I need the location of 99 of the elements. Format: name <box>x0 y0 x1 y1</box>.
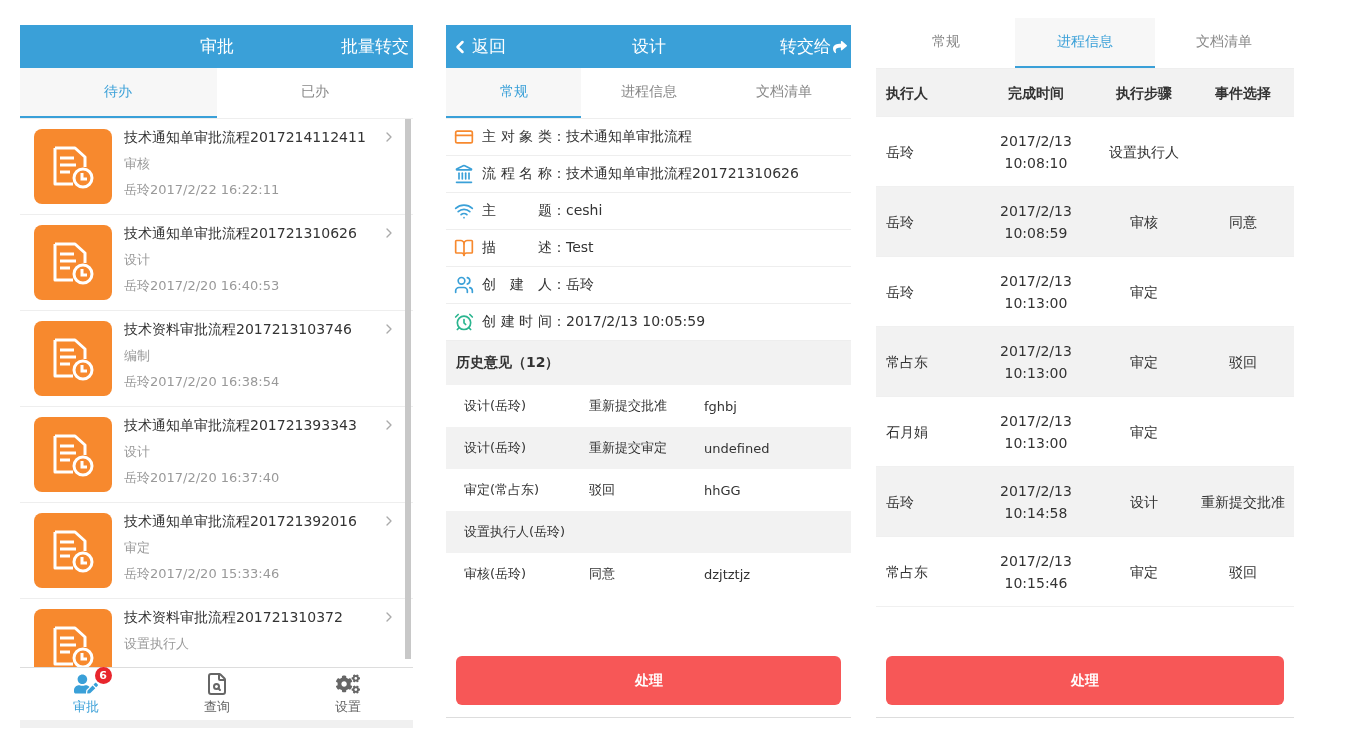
people-icon <box>454 275 474 295</box>
item-step: 审定 <box>124 539 381 557</box>
item-step: 设计 <box>124 251 381 269</box>
field-label: 描述 <box>482 239 552 257</box>
table-cell-text: 2017/2/13 10:14:58 <box>999 481 1073 523</box>
table-cell-text: 常占东 <box>885 352 929 372</box>
signal-icon <box>454 201 474 221</box>
alarm-clock-icon <box>454 312 474 332</box>
table-cell-text: 岳玲 <box>885 282 915 302</box>
history-step: 设置执行人(岳玲) <box>464 519 589 545</box>
table-cell-text: 设计 <box>1129 492 1159 512</box>
table-cell-text: 2017/2/13 10:08:59 <box>999 201 1073 243</box>
settings-icon <box>335 672 360 696</box>
table-cell-text: 审定 <box>1129 422 1159 442</box>
transfer-button[interactable]: 转交给 <box>780 35 847 58</box>
history-comment: fghbj <box>704 397 738 416</box>
book-icon <box>454 238 474 258</box>
share-arrow-icon <box>833 39 847 54</box>
table-cell-text: 审定 <box>1129 282 1159 302</box>
item-time: 岳玲2017/2/20 16:40:53 <box>124 277 281 295</box>
table-cell-text: 审核 <box>1129 212 1159 232</box>
process-button[interactable]: 处理 <box>456 656 841 705</box>
field-label: 主题 <box>482 202 552 220</box>
field-value: ：岳玲 <box>552 276 594 294</box>
table-cell-text: 2017/2/13 10:13:00 <box>999 341 1073 383</box>
field-label: 流程名称 <box>482 165 552 183</box>
history-comment: hhGG <box>704 481 742 500</box>
table-cell-text: 岳玲 <box>885 142 915 162</box>
column-header: 完成时间 <box>1007 83 1065 103</box>
history-step: 设计(岳玲) <box>464 435 589 461</box>
item-step: 审核 <box>124 155 381 173</box>
history-step: 审核(岳玲) <box>464 561 589 587</box>
nav-label: 设置 <box>334 698 361 716</box>
list-item[interactable]: 技术通知单审批流程201721392016 审定 岳玲2017/2/20 15:33:46 <box>20 503 413 599</box>
history-step: 设计(岳玲) <box>464 393 589 419</box>
table-cell-text: 岳玲 <box>885 492 915 512</box>
table-cell-text: 同意 <box>1228 212 1258 232</box>
item-time: 岳玲2017/2/20 16:37:40 <box>124 469 281 487</box>
batch-transfer-button[interactable]: 批量转交 <box>341 35 409 58</box>
list-item[interactable]: 技术通知单审批流程201721393343 设计 岳玲2017/2/20 16:37:40 <box>20 407 413 503</box>
table-cell-text: 2017/2/13 10:13:00 <box>999 411 1073 453</box>
history-action: 同意 <box>589 565 616 583</box>
item-title: 技术资料审批流程201721310372 <box>124 609 344 627</box>
history-action: 驳回 <box>589 481 616 499</box>
field-value: ：技术通知单审批流程 <box>552 128 692 146</box>
item-title: 技术通知单审批流程201721393343 <box>124 417 358 435</box>
table-cell-text: 重新提交批准 <box>1200 492 1286 512</box>
field-label: 主对象类 <box>482 128 552 146</box>
item-time: 岳玲2017/2/20 16:38:54 <box>124 373 281 391</box>
tab[interactable]: 常规 <box>446 68 581 118</box>
history-action: 重新提交批准 <box>589 397 668 415</box>
table-cell-text: 设置执行人 <box>1108 142 1180 162</box>
nav-label: 审批 <box>72 698 99 716</box>
list-item[interactable]: 技术通知单审批流程201721310626 设计 岳玲2017/2/20 16:40:53 <box>20 215 413 311</box>
list-item[interactable]: 技术通知单审批流程2017214112411 审核 岳玲2017/2/22 16:22:11 <box>20 119 413 215</box>
table-cell-text: 2017/2/13 10:13:00 <box>999 271 1073 313</box>
back-button[interactable]: 返回 <box>450 35 506 58</box>
user-edit-icon <box>73 672 98 696</box>
table-cell-text: 驳回 <box>1228 562 1258 582</box>
history-step: 审定(常占东) <box>464 477 589 503</box>
table-cell-text: 审定 <box>1129 352 1159 372</box>
table-cell-text: 驳回 <box>1228 352 1258 372</box>
history-comment: dzjtztjz <box>704 565 752 584</box>
tab[interactable]: 待办 <box>20 68 217 118</box>
table-cell-text: 常占东 <box>885 562 929 582</box>
header-title: 设计 <box>631 35 666 58</box>
column-header: 执行人 <box>885 83 929 103</box>
field-value: ：Test <box>552 239 594 257</box>
column-header: 执行步骤 <box>1115 83 1173 103</box>
item-title: 技术通知单审批流程2017214112411 <box>124 129 367 147</box>
item-step: 设置执行人 <box>124 635 381 653</box>
table-cell-text: 审定 <box>1129 562 1159 582</box>
nav-label: 查询 <box>203 698 230 716</box>
item-step: 设计 <box>124 443 381 461</box>
field-value: ：技术通知单审批流程201721310626 <box>552 165 799 183</box>
table-cell-text: 石月娟 <box>885 422 929 442</box>
card-icon <box>454 127 474 147</box>
tab[interactable]: 进程信息 <box>1015 18 1155 68</box>
item-title: 技术通知单审批流程201721392016 <box>124 513 358 531</box>
history-comment: undefined <box>704 439 771 458</box>
column-header: 事件选择 <box>1214 83 1272 103</box>
item-title: 技术通知单审批流程201721310626 <box>124 225 358 243</box>
field-value: ：ceshi <box>552 202 603 220</box>
table-cell-text: 2017/2/13 10:15:46 <box>999 551 1073 593</box>
history-action: 重新提交审定 <box>589 439 668 457</box>
field-label: 创建人 <box>482 276 552 294</box>
count-badge: 6 <box>94 667 112 684</box>
field-label: 创建时间 <box>482 313 552 331</box>
field-value: ：2017/2/13 10:05:59 <box>552 313 706 331</box>
process-button[interactable]: 处理 <box>886 656 1284 705</box>
header-title: 审批 <box>199 35 234 58</box>
list-item[interactable]: 技术资料审批流程2017213103746 编制 岳玲2017/2/20 16:38:54 <box>20 311 413 407</box>
item-title: 技术资料审批流程2017213103746 <box>124 321 353 339</box>
item-time: 岳玲2017/2/22 16:22:11 <box>124 181 281 199</box>
item-step: 编制 <box>124 347 381 365</box>
table-cell-text: 岳玲 <box>885 212 915 232</box>
section-title: 历史意见（12） <box>446 341 851 385</box>
item-time: 岳玲2017/2/20 15:33:46 <box>124 565 281 583</box>
table-cell-text: 2017/2/13 10:08:10 <box>999 131 1073 173</box>
